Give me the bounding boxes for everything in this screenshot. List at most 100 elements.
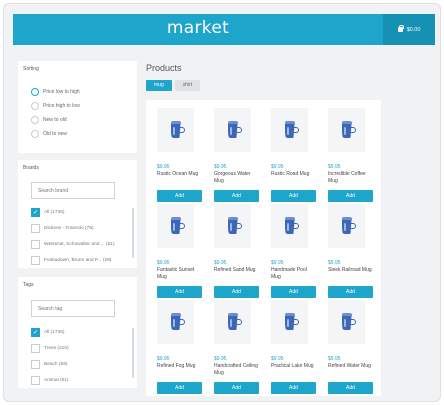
product-name[interactable]: Fantastic Sunset Mug <box>157 267 201 281</box>
brand-search-input[interactable] <box>31 182 115 199</box>
product-name[interactable]: Refined Sand Mug <box>214 267 258 274</box>
sort-option-price-low-high[interactable]: Price low to high <box>31 88 80 96</box>
tag-search-input[interactable] <box>31 300 115 317</box>
sort-option-old-new[interactable]: Old to new <box>31 130 67 138</box>
radio-button[interactable] <box>31 102 39 110</box>
radio-button[interactable] <box>31 88 39 96</box>
radio-button[interactable] <box>31 130 39 138</box>
add-to-cart-button[interactable]: Add <box>328 382 373 394</box>
sort-option-new-old[interactable]: New to old <box>31 116 67 124</box>
add-to-cart-button[interactable]: Add <box>271 286 316 298</box>
product-name[interactable]: Refined Water Mug <box>328 363 372 370</box>
product-card[interactable]: $9.95 Practical Lake Mug Add <box>265 300 317 396</box>
tag-filter-label: Beach (69) <box>44 362 68 367</box>
product-name[interactable]: Practical Lake Mug <box>271 363 315 370</box>
product-image[interactable] <box>214 204 251 248</box>
checkbox[interactable] <box>31 360 40 369</box>
brand-logo[interactable]: market <box>13 18 383 38</box>
add-to-cart-button[interactable]: Add <box>328 190 373 202</box>
add-to-cart-button[interactable]: Add <box>214 382 259 394</box>
product-name[interactable]: Refined Fog Mug <box>157 363 201 370</box>
product-price: $9.95 <box>157 164 170 170</box>
product-name[interactable]: Rustic Ocean Mug <box>157 171 201 178</box>
product-image[interactable] <box>271 300 308 344</box>
product-card[interactable]: $9.95 Gorgeous Water Mug Add <box>208 108 260 204</box>
radio-button[interactable] <box>31 116 39 124</box>
checkbox[interactable] <box>31 376 40 385</box>
brand-filter-all[interactable]: ✓ All (1745) <box>31 208 65 217</box>
product-image[interactable] <box>271 108 308 152</box>
product-price: $9.95 <box>271 260 284 266</box>
product-image[interactable] <box>328 204 365 248</box>
cart-total: $0.00 <box>406 26 421 33</box>
product-name[interactable]: Rustic Road Mug <box>271 171 315 178</box>
mug-icon <box>169 217 185 235</box>
brand-filter-item[interactable]: Funkadown, Bruen and P... (29) <box>31 256 111 265</box>
top-bar: market $0.00 <box>13 14 435 45</box>
add-to-cart-button[interactable]: Add <box>157 286 202 298</box>
tag-filter-label: Trees (210) <box>44 346 69 351</box>
product-card[interactable]: $9.95 Refined Water Mug Add <box>322 300 374 396</box>
product-image[interactable] <box>328 300 365 344</box>
add-to-cart-button[interactable]: Add <box>271 382 316 394</box>
product-card[interactable]: $9.95 Sleek Railroad Mug Add <box>322 204 374 300</box>
checkbox[interactable]: ✓ <box>31 328 40 337</box>
sort-option-price-high-low[interactable]: Price high to low <box>31 102 80 110</box>
product-name[interactable]: Handmade Pool Mug <box>271 267 315 281</box>
brands-scrollbar[interactable] <box>132 208 134 258</box>
cart-button[interactable]: $0.00 <box>383 14 435 45</box>
product-image[interactable] <box>214 108 251 152</box>
tags-title: Tags <box>23 282 34 288</box>
product-name[interactable]: Incredible Coffee Mug <box>328 171 372 185</box>
product-card[interactable]: $9.95 Incredible Coffee Mug Add <box>322 108 374 204</box>
brand-filter-item[interactable]: Weissnat, Schowalter and ... (51) <box>31 240 115 249</box>
product-name[interactable]: Sleek Railroad Mug <box>328 267 372 274</box>
product-card[interactable]: $9.95 Refined Sand Mug Add <box>208 204 260 300</box>
product-price: $9.95 <box>157 260 170 266</box>
product-image[interactable] <box>271 204 308 248</box>
product-image[interactable] <box>157 204 194 248</box>
brand-filter-item[interactable]: Dickens - Franecki (75) <box>31 224 94 233</box>
checkbox[interactable]: ✓ <box>31 208 40 217</box>
product-card[interactable]: $9.95 Fantastic Sunset Mug Add <box>151 204 203 300</box>
brand-filter-label: All (1745) <box>44 210 65 215</box>
product-image[interactable] <box>328 108 365 152</box>
add-to-cart-button[interactable]: Add <box>157 382 202 394</box>
tag-filter-item[interactable]: Animal (51) <box>31 376 69 385</box>
add-to-cart-button[interactable]: Add <box>271 190 316 202</box>
tag-filter-item[interactable]: Trees (210) <box>31 344 69 353</box>
product-price: $9.95 <box>271 164 284 170</box>
product-grid: $9.95 Rustic Ocean Mug Add $9.95 Gorgeous Wa… <box>146 100 381 396</box>
product-card[interactable]: $9.95 Handcrafted Ceiling Mug Add <box>208 300 260 396</box>
product-image[interactable] <box>157 108 194 152</box>
sort-option-label: New to old <box>43 117 67 123</box>
product-card[interactable]: $9.95 Rustic Road Mug Add <box>265 108 317 204</box>
product-name[interactable]: Handcrafted Ceiling Mug <box>214 363 258 377</box>
app-frame: market $0.00 Sorting Price low to high P… <box>3 3 441 402</box>
product-card[interactable]: $9.95 Handmade Pool Mug Add <box>265 204 317 300</box>
product-image[interactable] <box>157 300 194 344</box>
tab-shirt[interactable]: shirt <box>174 80 201 91</box>
product-price: $9.95 <box>214 164 227 170</box>
checkbox[interactable] <box>31 240 40 249</box>
add-to-cart-button[interactable]: Add <box>157 190 202 202</box>
add-to-cart-button[interactable]: Add <box>328 286 373 298</box>
brand-filter-label: Dickens - Franecki (75) <box>44 226 94 231</box>
tags-scrollbar[interactable] <box>132 328 134 378</box>
mug-icon <box>283 121 299 139</box>
tag-filter-item[interactable]: Beach (69) <box>31 360 67 369</box>
checkbox[interactable] <box>31 256 40 265</box>
sort-option-label: Old to new <box>43 131 67 137</box>
add-to-cart-button[interactable]: Add <box>214 190 259 202</box>
tag-filter-all[interactable]: ✓ All (1745) <box>31 328 65 337</box>
add-to-cart-button[interactable]: Add <box>214 286 259 298</box>
product-card[interactable]: $9.95 Rustic Ocean Mug Add <box>151 108 203 204</box>
checkbox[interactable] <box>31 344 40 353</box>
product-name[interactable]: Gorgeous Water Mug <box>214 171 258 185</box>
tags-panel: Tags ✓ All (1745) Trees (210) Beach (69)… <box>18 277 137 388</box>
tab-mug[interactable]: mug <box>146 80 172 91</box>
product-card[interactable]: $9.95 Refined Fog Mug Add <box>151 300 203 396</box>
product-image[interactable] <box>214 300 251 344</box>
checkbox[interactable] <box>31 224 40 233</box>
product-price: $9.95 <box>328 164 341 170</box>
